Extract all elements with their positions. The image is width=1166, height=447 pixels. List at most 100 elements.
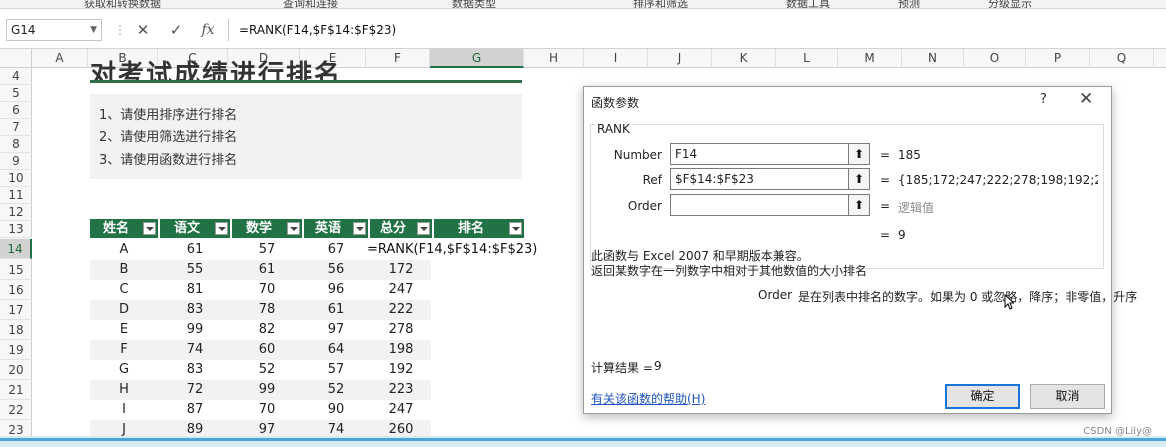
help-icon[interactable]: ? — [1040, 92, 1047, 107]
row-header[interactable]: 22 — [0, 400, 32, 420]
column-header-j[interactable]: J — [648, 49, 712, 68]
cell-chinese[interactable]: 99 — [160, 320, 230, 340]
column-header-h[interactable]: H — [524, 49, 584, 68]
cell-english[interactable]: 56 — [304, 260, 368, 280]
column-header-q[interactable]: Q — [1090, 49, 1154, 68]
row-header[interactable]: 20 — [0, 360, 32, 380]
cell-math[interactable]: 61 — [232, 260, 302, 280]
cell-name[interactable]: I — [90, 400, 158, 420]
cell-english[interactable]: 64 — [304, 340, 368, 360]
column-header-n[interactable]: N — [902, 49, 964, 68]
ok-button[interactable]: 确定 — [945, 384, 1020, 409]
column-header-a[interactable]: A — [32, 49, 88, 68]
cell-chinese[interactable]: 81 — [160, 280, 230, 300]
row-header[interactable]: 18 — [0, 320, 32, 340]
cell-english[interactable]: 97 — [304, 320, 368, 340]
cell-total[interactable]: 223 — [370, 380, 432, 400]
filter-dropdown-icon[interactable] — [143, 222, 156, 235]
cell-chinese[interactable]: 61 — [160, 240, 230, 260]
ribbon-group-data-tools[interactable]: 数据工具 — [786, 0, 830, 8]
insert-function-icon[interactable]: fx — [196, 19, 220, 41]
cell-chinese[interactable]: 83 — [160, 300, 230, 320]
cell-math[interactable]: 70 — [232, 280, 302, 300]
ribbon-group-get-transform[interactable]: 获取和转换数据 — [84, 0, 161, 8]
ribbon-group-sort-filter[interactable]: 排序和筛选 — [633, 0, 688, 8]
table-header-math[interactable]: 数学 — [232, 219, 302, 238]
filter-dropdown-icon[interactable] — [353, 222, 366, 235]
cell-name[interactable]: F — [90, 340, 158, 360]
filter-dropdown-icon[interactable] — [287, 222, 300, 235]
row-header[interactable]: 5 — [0, 85, 32, 102]
cell-chinese[interactable]: 87 — [160, 400, 230, 420]
function-help-link[interactable]: 有关该函数的帮助(H) — [591, 390, 705, 407]
cell-total[interactable]: 192 — [370, 360, 432, 380]
table-header-rank[interactable]: 排名 — [434, 219, 524, 238]
cell-english[interactable]: 61 — [304, 300, 368, 320]
row-header[interactable]: 10 — [0, 170, 32, 187]
name-box[interactable]: G14 ▼ — [6, 19, 102, 41]
cell-name[interactable]: D — [90, 300, 158, 320]
cell-math[interactable]: 52 — [232, 360, 302, 380]
table-header-english[interactable]: 英语 — [304, 219, 368, 238]
order-input[interactable] — [670, 194, 850, 216]
column-header-p[interactable]: P — [1026, 49, 1090, 68]
cell-chinese[interactable]: 72 — [160, 380, 230, 400]
cell-math[interactable]: 60 — [232, 340, 302, 360]
cell-name[interactable]: A — [90, 240, 158, 260]
row-header[interactable]: 4 — [0, 68, 32, 85]
column-header-k[interactable]: K — [712, 49, 776, 68]
filter-dropdown-icon[interactable] — [509, 222, 522, 235]
ribbon-group-forecast[interactable]: 预测 — [898, 0, 920, 8]
formula-input[interactable]: =RANK(F14,$F$14:$F$23) — [228, 19, 1158, 41]
cancel-button[interactable]: 取消 — [1030, 384, 1105, 409]
row-header[interactable]: 16 — [0, 280, 32, 300]
cell-total[interactable]: 247 — [370, 280, 432, 300]
cell-english[interactable]: 67 — [304, 240, 368, 260]
cell-name[interactable]: E — [90, 320, 158, 340]
cancel-formula-icon[interactable]: ✕ — [131, 19, 155, 41]
row-header-selected[interactable]: 14 — [0, 239, 32, 259]
cell-name[interactable]: B — [90, 260, 158, 280]
enter-formula-icon[interactable]: ✓ — [164, 19, 188, 41]
row-header[interactable]: 9 — [0, 153, 32, 170]
table-header-total[interactable]: 总分 — [370, 219, 432, 238]
cell-name[interactable]: G — [90, 360, 158, 380]
cell-math[interactable]: 70 — [232, 400, 302, 420]
table-header-name[interactable]: 姓名 — [90, 219, 158, 238]
column-header-o[interactable]: O — [964, 49, 1026, 68]
column-header-m[interactable]: M — [838, 49, 902, 68]
cell-english[interactable]: 96 — [304, 280, 368, 300]
cell-name[interactable]: C — [90, 280, 158, 300]
row-header[interactable]: 6 — [0, 102, 32, 119]
cell-total[interactable]: 222 — [370, 300, 432, 320]
in-cell-formula-editor[interactable]: =RANK(F14,$F$14:$F$23) — [367, 240, 538, 260]
ribbon-group-data-types[interactable]: 数据类型 — [452, 0, 496, 8]
close-icon[interactable]: ✕ — [1079, 89, 1093, 109]
row-header[interactable]: 12 — [0, 204, 32, 221]
cell-math[interactable]: 78 — [232, 300, 302, 320]
collapse-dialog-icon[interactable]: ⬆ — [848, 194, 870, 216]
row-header[interactable]: 17 — [0, 300, 32, 320]
collapse-dialog-icon[interactable]: ⬆ — [848, 168, 870, 190]
cell-english[interactable]: 57 — [304, 360, 368, 380]
cell-math[interactable]: 82 — [232, 320, 302, 340]
row-header[interactable]: 21 — [0, 380, 32, 400]
collapse-dialog-icon[interactable]: ⬆ — [848, 143, 870, 165]
number-input[interactable]: F14 — [670, 143, 850, 165]
cell-math[interactable]: 99 — [232, 380, 302, 400]
chevron-down-icon[interactable]: ▼ — [90, 20, 97, 40]
cell-total[interactable]: 198 — [370, 340, 432, 360]
filter-dropdown-icon[interactable] — [417, 222, 430, 235]
cell-math[interactable]: 57 — [232, 240, 302, 260]
cell-name[interactable]: H — [90, 380, 158, 400]
row-header[interactable]: 15 — [0, 260, 32, 280]
cell-english[interactable]: 90 — [304, 400, 368, 420]
select-all-corner[interactable] — [0, 49, 32, 68]
column-header-i[interactable]: I — [584, 49, 648, 68]
row-header[interactable]: 7 — [0, 119, 32, 136]
table-header-chinese[interactable]: 语文 — [160, 219, 230, 238]
row-header[interactable]: 11 — [0, 187, 32, 204]
ribbon-group-queries[interactable]: 查询和连接 — [283, 0, 338, 8]
column-header-l[interactable]: L — [776, 49, 838, 68]
cell-total[interactable]: 172 — [370, 260, 432, 280]
